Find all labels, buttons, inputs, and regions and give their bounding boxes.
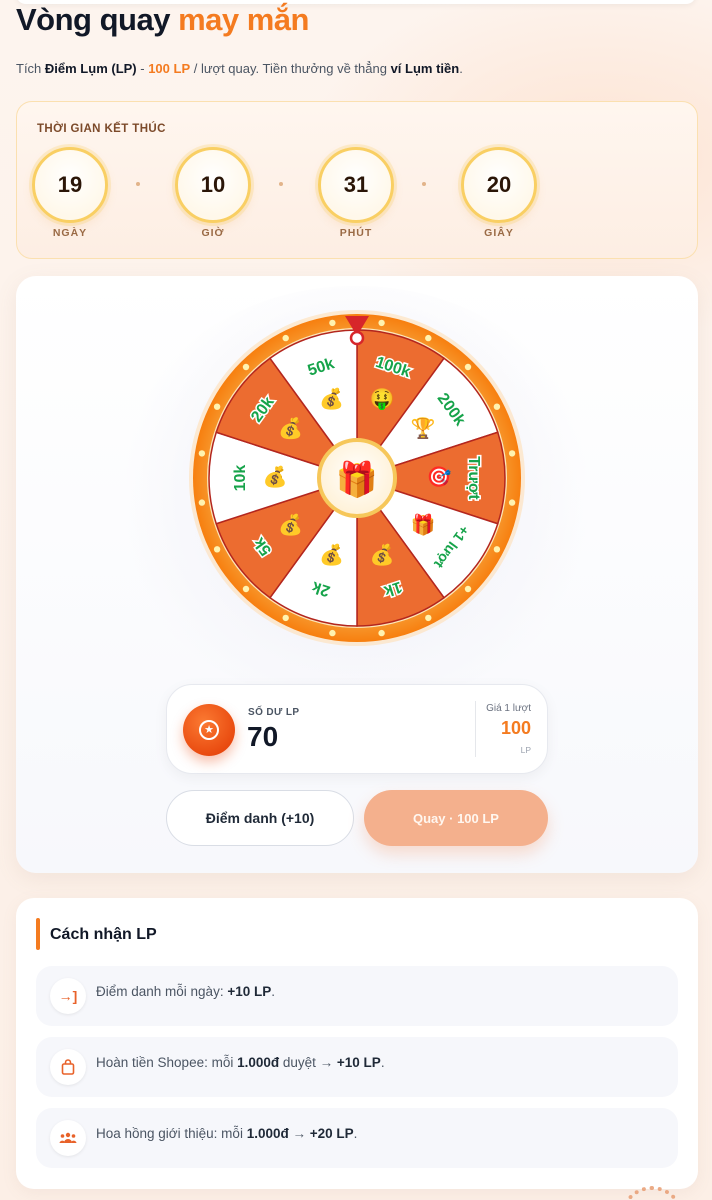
rim-light bbox=[329, 319, 336, 327]
rim-light bbox=[198, 450, 206, 457]
countdown-separator bbox=[136, 182, 140, 186]
rim-light bbox=[508, 450, 516, 457]
wheel-segment-icon: 🤑 bbox=[370, 387, 395, 410]
countdown-seconds-caption: GIÂY bbox=[484, 227, 514, 239]
wheel-segment-icon: 💰 bbox=[278, 416, 303, 440]
subtitle-text-4: . bbox=[459, 61, 463, 76]
page-title: Vòng quay may mắn bbox=[16, 2, 309, 38]
wheel-segment-icon: 🎁 bbox=[411, 512, 436, 536]
countdown-days: 19 NGÀY bbox=[32, 147, 108, 239]
price-value: 100 bbox=[500, 718, 531, 738]
wheel-card: 100k 🤑 200k 🏆 Trượt 🎯 +1 lượt 🎁 1k 💰 2k 💰 5k 💰 10k 💰 20k… bbox=[16, 276, 698, 873]
rim-light bbox=[282, 334, 289, 342]
list-item-text: Hoàn tiền Shopee: mỗi 1.000đ duyệt → +10… bbox=[96, 1055, 385, 1070]
rim-light bbox=[213, 546, 221, 553]
countdown-separator bbox=[279, 182, 283, 186]
rim-light bbox=[198, 499, 206, 506]
list-item: Hoàn tiền Shopee: mỗi 1.000đ duyệt → +10… bbox=[36, 1037, 678, 1097]
rim-light bbox=[242, 585, 250, 593]
balance-divider bbox=[475, 701, 476, 757]
page-subtitle: Tích Điểm Lụm (LP) - 100 LP / lượt quay.… bbox=[16, 61, 463, 76]
countdown-seconds-value: 20 bbox=[461, 147, 537, 223]
gift-icon: 🎁 bbox=[336, 460, 378, 499]
countdown-minutes-value: 31 bbox=[318, 147, 394, 223]
list-item-text: Hoa hồng giới thiệu: mỗi 1.000đ → +20 LP… bbox=[96, 1126, 358, 1141]
group-users-icon bbox=[50, 1120, 86, 1156]
rim-light bbox=[493, 546, 501, 553]
rim-light bbox=[242, 363, 250, 371]
countdown-hours: 10 GIỜ bbox=[175, 147, 251, 239]
prize-wheel[interactable]: 100k 🤑 200k 🏆 Trượt 🎯 +1 lượt 🎁 1k 💰 2k 💰 5k 💰 10k 💰 20k… bbox=[187, 308, 527, 648]
rim-light bbox=[378, 629, 385, 637]
rim-light bbox=[329, 629, 336, 637]
countdown-days-caption: NGÀY bbox=[52, 227, 88, 239]
list-item: Hoa hồng giới thiệu: mỗi 1.000đ → +20 LP… bbox=[36, 1108, 678, 1168]
price-label: Giá 1 lượt bbox=[486, 703, 531, 714]
list-item-text: Điểm danh mỗi ngày: +10 LP. bbox=[96, 984, 275, 999]
countdown-label: THỜI GIAN KẾT THÚC bbox=[37, 123, 166, 135]
countdown-hours-value: 10 bbox=[175, 147, 251, 223]
rim-light bbox=[425, 334, 432, 342]
countdown-seconds: 20 GIÂY bbox=[461, 147, 537, 239]
rim-light bbox=[213, 403, 221, 410]
subtitle-text-3: / lượt quay. Tiền thưởng về thẳng bbox=[190, 61, 391, 76]
how-to-earn-panel: Cách nhận LP →] Điểm danh mỗi ngày: +10 … bbox=[16, 898, 698, 1189]
wheel-svg: 100k🤑 200k🏆Trượt🎯+1 lượt🎁1k💰2k💰5k💰10k 💰20k… bbox=[189, 310, 525, 646]
rim-light bbox=[282, 614, 289, 622]
wheel-segment-icon: 💰 bbox=[278, 512, 303, 536]
points-name: Điểm Lụm (LP) bbox=[44, 61, 137, 76]
wheel-segment-label: Trượt bbox=[465, 456, 482, 500]
rim-light bbox=[378, 319, 385, 327]
title-accent: may mắn bbox=[178, 2, 309, 37]
countdown-minutes-caption: PHÚT bbox=[339, 227, 373, 239]
star-coin-icon: ★ bbox=[183, 704, 235, 756]
rim-light bbox=[464, 585, 472, 593]
balance-value: 70 bbox=[247, 721, 279, 752]
spin-cost: 100 LP bbox=[148, 61, 191, 76]
login-arrow-icon: →] bbox=[50, 978, 86, 1014]
rim-light bbox=[464, 363, 472, 371]
subtitle-text-2: - bbox=[136, 61, 149, 76]
countdown-days-value: 19 bbox=[32, 147, 108, 223]
title-main: Vòng quay bbox=[16, 2, 170, 37]
countdown-separator bbox=[422, 182, 426, 186]
wheel-segment-icon: 🏆 bbox=[411, 416, 436, 440]
checkin-button[interactable]: Điểm danh (+10) bbox=[166, 790, 354, 846]
wallet-name: ví Lụm tiền bbox=[390, 61, 460, 76]
section-title: Cách nhận LP bbox=[50, 926, 157, 943]
countdown-hours-caption: GIỜ bbox=[201, 227, 225, 239]
wheel-segment-label: 10k bbox=[232, 465, 249, 492]
rim-light bbox=[493, 403, 501, 410]
wheel-segment-icon: 🎯 bbox=[427, 465, 452, 488]
wheel-segment-icon: 💰 bbox=[319, 386, 344, 410]
countdown-minutes: 31 PHÚT bbox=[318, 147, 394, 239]
balance-panel: ★ SỐ DƯ LP 70 Giá 1 lượt 100 LP bbox=[166, 684, 548, 774]
wheel-segment-icon: 💰 bbox=[263, 464, 288, 488]
countdown-panel: THỜI GIAN KẾT THÚC 19 NGÀY 10 GIỜ 31 PHÚ… bbox=[16, 101, 698, 259]
wheel-segment-icon: 💰 bbox=[319, 542, 344, 566]
balance-label: SỐ DƯ LP bbox=[248, 707, 300, 718]
rim-light bbox=[425, 614, 432, 622]
spin-button[interactable]: Quay · 100 LP bbox=[364, 790, 548, 846]
subtitle-text-1: Tích bbox=[16, 61, 45, 76]
pointer-pin bbox=[349, 330, 365, 346]
list-item: →] Điểm danh mỗi ngày: +10 LP. bbox=[36, 966, 678, 1026]
rim-light bbox=[508, 499, 516, 506]
shopping-bag-icon bbox=[50, 1049, 86, 1085]
price-unit: LP bbox=[520, 745, 531, 755]
section-accent-bar bbox=[36, 918, 40, 950]
wheel-segment-icon: 💰 bbox=[370, 542, 395, 566]
